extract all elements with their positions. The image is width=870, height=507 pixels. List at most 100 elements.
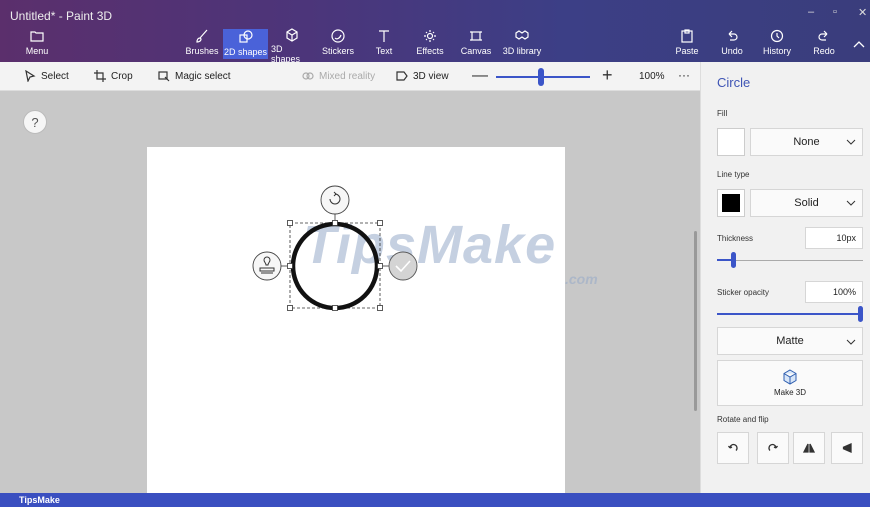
thickness-label: Thickness: [717, 234, 754, 243]
close-button[interactable]: ✕: [858, 6, 867, 19]
zoom-out-button[interactable]: —: [472, 67, 488, 85]
tool-text[interactable]: Text: [370, 28, 398, 60]
canvas-icon: [468, 28, 484, 44]
resize-handle[interactable]: [377, 305, 383, 311]
tool-effects[interactable]: Effects: [414, 28, 446, 60]
chevron-down-icon: [846, 339, 856, 345]
mixed-reality-button[interactable]: Mixed reality: [302, 70, 375, 82]
rotate-left-button[interactable]: [717, 432, 749, 464]
vertical-scrollbar[interactable]: [694, 231, 697, 411]
flip-horizontal-button[interactable]: [831, 432, 863, 464]
chevron-down-icon: [846, 200, 856, 206]
help-button[interactable]: ?: [23, 110, 47, 134]
finish-value: Matte: [776, 335, 804, 347]
3d-view-button[interactable]: 3D view: [396, 70, 449, 82]
undo-label: Undo: [721, 46, 743, 56]
tool-label: 2D shapes: [223, 47, 268, 57]
stamp-icon[interactable]: [252, 251, 282, 281]
resize-handle[interactable]: [287, 305, 293, 311]
minimize-button[interactable]: –: [808, 6, 814, 18]
magic-select-icon: [158, 71, 170, 82]
resize-handle[interactable]: [287, 220, 293, 226]
line-type-label: Line type: [717, 170, 750, 179]
opacity-slider-thumb[interactable]: [858, 306, 863, 322]
line-color-fill: [722, 194, 740, 212]
crop-icon: [94, 70, 106, 82]
rotate-left-icon: [727, 443, 738, 451]
panel-title: Circle: [717, 75, 751, 90]
flip-vertical-icon: [803, 443, 815, 453]
resize-handle[interactable]: [287, 263, 293, 269]
cube-icon: [783, 369, 797, 385]
line-type-dropdown[interactable]: Solid: [750, 189, 863, 217]
rotate-right-button[interactable]: [757, 432, 789, 464]
opacity-input[interactable]: 100%: [805, 281, 863, 303]
circle-shape[interactable]: [250, 180, 420, 320]
paste-button[interactable]: Paste: [674, 28, 700, 60]
fill-label: Fill: [717, 109, 728, 118]
checkmark-icon[interactable]: [388, 251, 418, 281]
toolbar: Select Crop Magic select Mixed reality 3…: [0, 62, 700, 91]
history-label: History: [762, 46, 791, 56]
tool-label: Text: [375, 46, 393, 56]
sun-icon: [422, 28, 438, 44]
tool-3d-shapes[interactable]: 3D shapes: [271, 28, 313, 64]
undo-icon: [724, 28, 740, 44]
tool-label: Effects: [416, 46, 444, 56]
mixed-reality-icon: [302, 72, 314, 80]
make-3d-label: Make 3D: [773, 388, 806, 397]
magic-select-button[interactable]: Magic select: [158, 70, 231, 82]
thickness-input[interactable]: 10px: [805, 227, 863, 249]
flip-vertical-button[interactable]: [793, 432, 825, 464]
tool-3d-library[interactable]: 3D library: [500, 28, 544, 60]
footer-brand: TipsMake: [0, 493, 870, 507]
fill-value: None: [793, 136, 820, 148]
line-color-swatch[interactable]: [717, 189, 745, 217]
resize-handle[interactable]: [332, 305, 338, 311]
menu-button[interactable]: Menu: [22, 28, 52, 60]
select-button[interactable]: Select: [24, 70, 69, 82]
rotate-right-icon: [768, 443, 779, 451]
tool-label: Canvas: [460, 46, 492, 56]
fill-dropdown[interactable]: None: [750, 128, 863, 156]
sticker-opacity-label: Sticker opacity: [717, 288, 770, 297]
fill-color-swatch[interactable]: [717, 128, 745, 156]
resize-handle[interactable]: [377, 220, 383, 226]
resize-handle[interactable]: [332, 220, 338, 226]
history-button[interactable]: History: [762, 28, 792, 60]
crop-label: Crop: [111, 70, 133, 82]
tool-brushes[interactable]: Brushes: [184, 28, 220, 60]
undo-button[interactable]: Undo: [720, 28, 744, 60]
tool-label: 3D shapes: [271, 44, 301, 64]
thickness-slider-track[interactable]: [717, 260, 863, 261]
finish-dropdown[interactable]: Matte: [717, 327, 863, 355]
circle-outline: [290, 221, 380, 311]
redo-button[interactable]: Redo: [812, 28, 836, 60]
maximize-button[interactable]: ▫: [833, 6, 837, 18]
tool-canvas[interactable]: Canvas: [460, 28, 492, 60]
zoom-slider-thumb[interactable]: [538, 68, 544, 86]
tool-stickers[interactable]: Stickers: [320, 28, 356, 60]
zoom-in-button[interactable]: +: [602, 65, 613, 86]
rotate-flip-label: Rotate and flip: [717, 415, 769, 424]
line-type-value: Solid: [794, 197, 819, 209]
folder-icon: [29, 28, 45, 44]
tool-label: Brushes: [185, 46, 219, 56]
rotate-handle-icon[interactable]: [320, 185, 350, 215]
more-options-button[interactable]: ···: [678, 68, 690, 82]
history-icon: [769, 28, 785, 44]
select-label: Select: [41, 70, 69, 82]
resize-handle[interactable]: [377, 263, 383, 269]
properties-panel: Circle Fill None Line type Solid Thickne…: [700, 62, 870, 493]
chevron-down-icon: [846, 139, 856, 145]
chevron-up-icon[interactable]: [852, 37, 866, 51]
thickness-slider-thumb[interactable]: [731, 252, 736, 268]
3d-view-label: 3D view: [413, 70, 449, 82]
2d-shapes-icon: [238, 29, 254, 45]
mixed-reality-label: Mixed reality: [319, 70, 376, 82]
ribbon: Untitled* - Paint 3D – ▫ ✕ Menu Brushes …: [0, 0, 870, 64]
crop-button[interactable]: Crop: [94, 70, 133, 82]
text-icon: [376, 28, 392, 44]
tool-2d-shapes[interactable]: 2D shapes: [223, 29, 268, 59]
make-3d-button[interactable]: Make 3D: [717, 360, 863, 406]
